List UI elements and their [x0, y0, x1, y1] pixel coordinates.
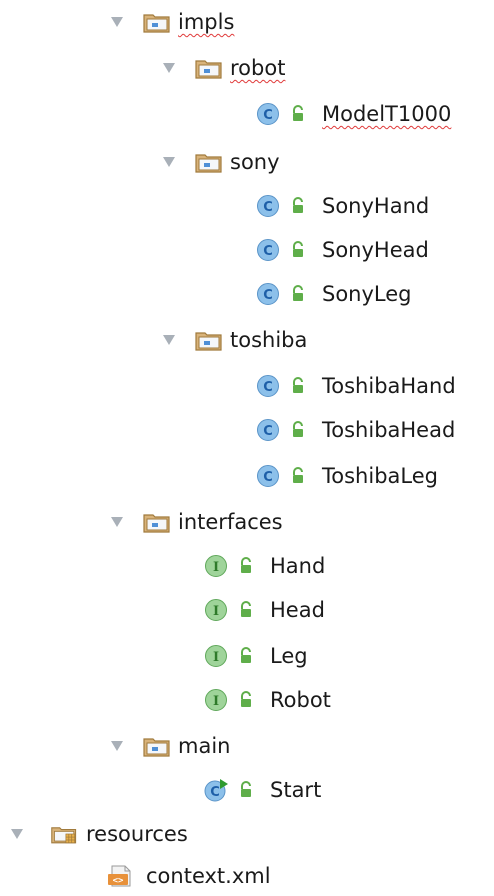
tree-node-hand[interactable]: I Hand: [204, 546, 325, 586]
svg-text:C: C: [263, 244, 273, 259]
runnable-class-icon: C: [204, 778, 228, 802]
svg-text:I: I: [213, 604, 219, 619]
public-lock-icon: [290, 105, 306, 123]
tree-node-label: SonyHead: [322, 238, 429, 262]
expand-arrow-icon[interactable]: [158, 57, 180, 79]
interface-icon: I: [204, 598, 228, 622]
tree-node-impls[interactable]: impls: [106, 2, 234, 42]
class-icon: C: [256, 194, 280, 218]
tree-node-label: toshiba: [230, 328, 308, 352]
tree-node-sonyleg[interactable]: C SonyLeg: [256, 274, 412, 314]
svg-text:C: C: [263, 108, 273, 123]
tree-node-label: interfaces: [178, 510, 283, 534]
public-lock-icon: [238, 647, 254, 665]
svg-text:I: I: [213, 560, 219, 575]
tree-node-label: Robot: [270, 688, 331, 712]
resources-folder-icon: [50, 822, 80, 846]
tree-node-start[interactable]: C Start: [204, 770, 321, 810]
tree-node-head[interactable]: I Head: [204, 590, 325, 630]
class-icon: C: [256, 464, 280, 488]
svg-text:I: I: [213, 650, 219, 665]
public-lock-icon: [290, 197, 306, 215]
svg-text:C: C: [263, 380, 273, 395]
package-folder-icon: [142, 10, 172, 34]
tree-node-label: robot: [230, 56, 286, 80]
tree-node-label: SonyHand: [322, 194, 430, 218]
tree-node-label: impls: [178, 10, 235, 34]
tree-node-toshibaleg[interactable]: C ToshibaLeg: [256, 456, 438, 496]
package-folder-icon: [194, 56, 224, 80]
tree-node-toshibahand[interactable]: C ToshibaHand: [256, 366, 456, 406]
public-lock-icon: [238, 601, 254, 619]
tree-node-label: context.xml: [146, 864, 271, 888]
class-icon: C: [256, 418, 280, 442]
tree-node-sonyhead[interactable]: C SonyHead: [256, 230, 429, 270]
tree-node-label: Head: [270, 598, 325, 622]
expand-arrow-icon[interactable]: [158, 329, 180, 351]
svg-text:C: C: [210, 785, 220, 800]
tree-node-robot[interactable]: robot: [158, 48, 285, 88]
tree-node-modelt1000[interactable]: C ModelT1000: [256, 94, 451, 134]
svg-text:I: I: [213, 694, 219, 709]
class-icon: C: [256, 374, 280, 398]
interface-icon: I: [204, 554, 228, 578]
tree-node-label: ToshibaLeg: [322, 464, 438, 488]
package-folder-icon: [142, 510, 172, 534]
tree-node-toshiba[interactable]: toshiba: [158, 320, 307, 360]
tree-node-label: sony: [230, 150, 280, 174]
tree-node-label: ToshibaHand: [322, 374, 456, 398]
package-folder-icon: [194, 328, 224, 352]
svg-text:C: C: [263, 288, 273, 303]
class-icon: C: [256, 282, 280, 306]
public-lock-icon: [290, 421, 306, 439]
public-lock-icon: [290, 377, 306, 395]
interface-icon: I: [204, 644, 228, 668]
interface-icon: I: [204, 688, 228, 712]
tree-node-context-xml[interactable]: <> context.xml: [106, 856, 271, 896]
xml-file-icon: <>: [106, 864, 136, 888]
tree-node-sonyhand[interactable]: C SonyHand: [256, 186, 429, 226]
tree-node-main[interactable]: main: [106, 726, 230, 766]
class-icon: C: [256, 238, 280, 262]
svg-text:C: C: [263, 424, 273, 439]
tree-node-label: Start: [270, 778, 322, 802]
tree-node-label: resources: [86, 822, 188, 846]
package-folder-icon: [194, 150, 224, 174]
public-lock-icon: [290, 241, 306, 259]
tree-node-toshibahead[interactable]: C ToshibaHead: [256, 410, 455, 450]
class-icon: C: [256, 102, 280, 126]
tree-node-label: Hand: [270, 554, 326, 578]
svg-text:<>: <>: [113, 876, 124, 886]
public-lock-icon: [238, 691, 254, 709]
expand-arrow-icon[interactable]: [106, 735, 128, 757]
package-folder-icon: [142, 734, 172, 758]
tree-node-interfaces[interactable]: interfaces: [106, 502, 283, 542]
tree-node-label: SonyLeg: [322, 282, 412, 306]
tree-node-label: ToshibaHead: [322, 418, 456, 442]
tree-node-label: Leg: [270, 644, 308, 668]
tree-node-resources[interactable]: resources: [6, 814, 188, 854]
tree-node-label: ModelT1000: [322, 102, 452, 126]
public-lock-icon: [238, 781, 254, 799]
svg-text:C: C: [263, 470, 273, 485]
tree-node-sony[interactable]: sony: [158, 142, 280, 182]
tree-node-robot-interface[interactable]: I Robot: [204, 680, 331, 720]
project-tree: impls robot C ModelT1000 sony C SonyHand…: [0, 0, 494, 893]
expand-arrow-icon[interactable]: [158, 151, 180, 173]
expand-arrow-icon[interactable]: [106, 511, 128, 533]
public-lock-icon: [290, 467, 306, 485]
tree-node-label: main: [178, 734, 231, 758]
tree-node-leg[interactable]: I Leg: [204, 636, 308, 676]
svg-text:C: C: [263, 200, 273, 215]
expand-arrow-icon[interactable]: [106, 11, 128, 33]
public-lock-icon: [290, 285, 306, 303]
expand-arrow-icon[interactable]: [6, 823, 28, 845]
public-lock-icon: [238, 557, 254, 575]
